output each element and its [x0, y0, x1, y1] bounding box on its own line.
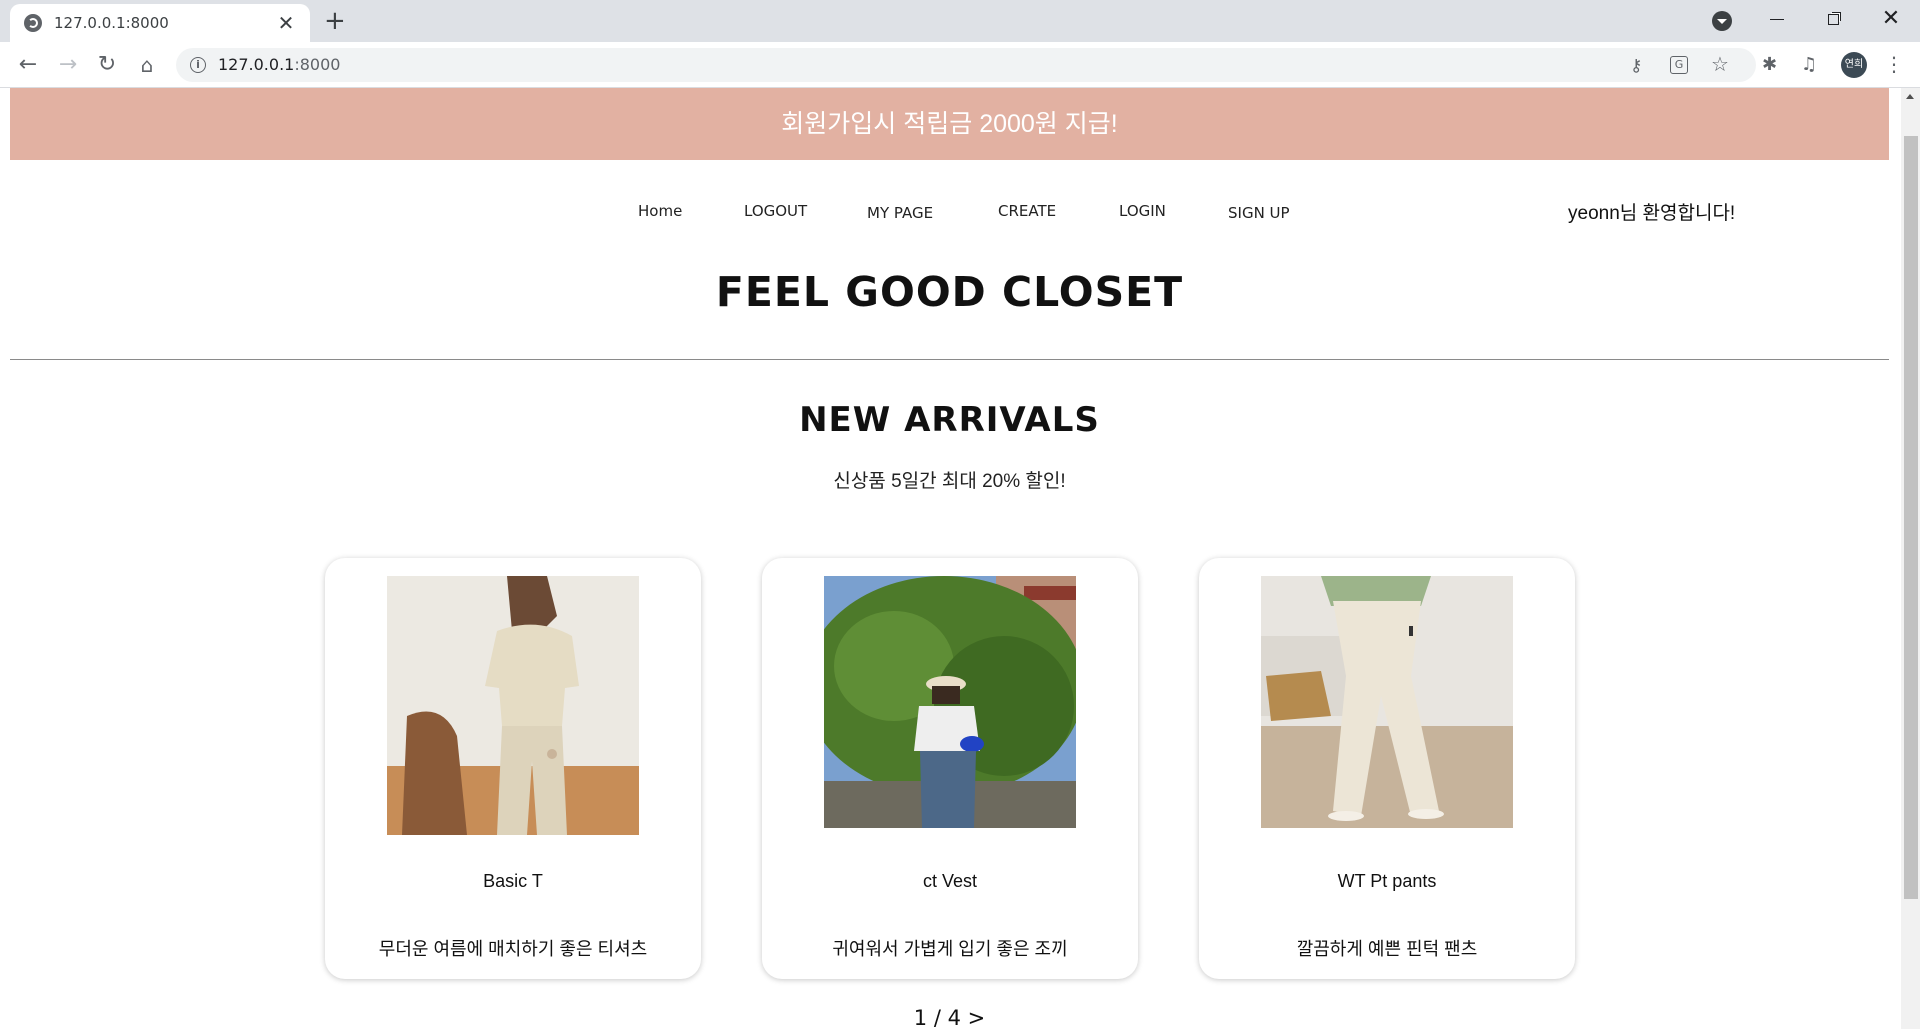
product-description: 무더운 여름에 매치하기 좋은 티셔츠	[378, 939, 648, 959]
url-text[interactable]: 127.0.0.1:8000	[218, 55, 340, 74]
browser-toolbar: ← → ↻ ⌂ i 127.0.0.1:8000 ⚷ G ☆ ✱ ♫ 연희 ⋮	[0, 42, 1920, 88]
section-subtitle: 신상품 5일간 최대 20% 할인!	[833, 471, 1066, 492]
nav-mypage-link[interactable]: MY PAGE	[867, 204, 933, 222]
product-card[interactable]: WT Pt pants 깔끔하게 예쁜 핀턱 팬츠	[1199, 558, 1575, 979]
close-window-button[interactable]: ✕	[1868, 4, 1914, 34]
scroll-up-arrow-icon[interactable]	[1906, 94, 1914, 99]
nav-login-link[interactable]: LOGIN	[1119, 202, 1166, 220]
product-card[interactable]: ct Vest 귀여워서 가볍게 입기 좋은 조끼	[762, 558, 1138, 979]
promo-banner: 회원가입시 적립금 2000원 지급!	[10, 88, 1889, 160]
nav-home-link[interactable]: Home	[638, 202, 682, 220]
product-card[interactable]: Basic T 무더운 여름에 매치하기 좋은 티셔츠	[325, 558, 701, 979]
nav-signup-link[interactable]: SIGN UP	[1228, 204, 1290, 222]
product-description: 귀여워서 가볍게 입기 좋은 조끼	[832, 939, 1068, 959]
page-viewport: 회원가입시 적립금 2000원 지급! Home LOGOUT MY PAGE …	[0, 88, 1920, 1029]
home-icon[interactable]: ⌂	[132, 50, 162, 80]
restore-button[interactable]	[1810, 4, 1856, 34]
product-name[interactable]: ct Vest	[762, 871, 1138, 892]
close-tab-icon[interactable]: ✕	[276, 11, 296, 35]
pagination[interactable]: 1 / 4 >	[0, 1006, 1899, 1029]
new-tab-button[interactable]: +	[324, 8, 346, 34]
site-info-icon[interactable]: i	[190, 57, 206, 73]
product-name[interactable]: WT Pt pants	[1199, 871, 1575, 892]
product-image[interactable]	[824, 576, 1076, 828]
browser-tab[interactable]: 127.0.0.1:8000 ✕	[10, 4, 310, 42]
nav-create-link[interactable]: CREATE	[998, 202, 1056, 220]
header-divider	[10, 359, 1889, 360]
key-icon[interactable]: ⚷	[1630, 56, 1642, 76]
product-name[interactable]: Basic T	[325, 871, 701, 892]
globe-icon	[24, 14, 42, 32]
product-image[interactable]	[1261, 576, 1513, 828]
product-image[interactable]	[387, 576, 639, 835]
scrollbar-thumb[interactable]	[1904, 136, 1918, 899]
reload-icon[interactable]: ↻	[92, 50, 122, 80]
welcome-message: yeonn님 환영합니다!	[1568, 203, 1736, 224]
product-description: 깔끔하게 예쁜 핀턱 팬츠	[1296, 939, 1478, 959]
address-bar[interactable]: i 127.0.0.1:8000 ⚷ G ☆	[176, 48, 1756, 82]
section-title: NEW ARRIVALS	[799, 400, 1100, 440]
site-title[interactable]: FEEL GOOD CLOSET	[0, 268, 1899, 316]
translate-icon[interactable]: G	[1670, 56, 1688, 74]
bookmark-star-icon[interactable]: ☆	[1711, 52, 1729, 76]
tab-title: 127.0.0.1:8000	[54, 14, 169, 32]
page-scrollbar[interactable]	[1901, 88, 1920, 1029]
nav-logout-link[interactable]: LOGOUT	[744, 202, 807, 220]
more-menu-icon[interactable]: ⋮	[1884, 52, 1904, 76]
profile-avatar[interactable]: 연희	[1841, 52, 1867, 78]
media-control-icon[interactable]: ♫	[1801, 54, 1817, 75]
back-arrow-icon[interactable]: ←	[13, 50, 43, 80]
forward-arrow-icon[interactable]: →	[53, 50, 83, 80]
extensions-puzzle-icon[interactable]: ✱	[1762, 54, 1777, 75]
tab-search-icon[interactable]	[1712, 11, 1732, 31]
tab-strip: 127.0.0.1:8000 ✕ + ✕	[0, 0, 1920, 42]
minimize-button[interactable]	[1754, 4, 1800, 34]
